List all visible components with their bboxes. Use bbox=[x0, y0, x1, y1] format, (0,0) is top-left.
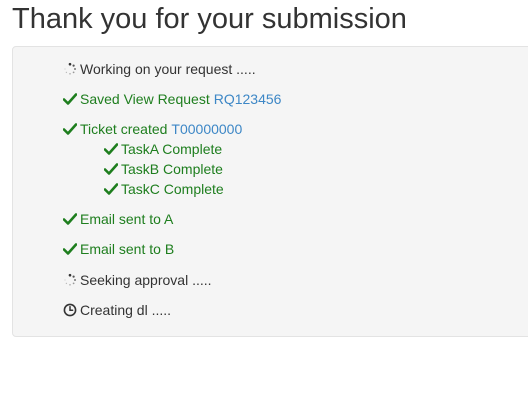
spinner-icon bbox=[62, 61, 77, 77]
status-view-request: Saved View Request RQ123456 bbox=[62, 90, 281, 108]
status-working-text: Working on your request ..... bbox=[80, 61, 256, 77]
page-title: Thank you for your submission bbox=[12, 3, 407, 35]
status-email-b-text: Email sent to B bbox=[80, 241, 175, 257]
status-working: Working on your request ..... bbox=[62, 60, 256, 78]
check-icon bbox=[62, 241, 77, 257]
clock-icon bbox=[62, 302, 77, 318]
task-text: TaskA Complete bbox=[121, 141, 223, 157]
ticket-link[interactable]: T00000000 bbox=[171, 121, 242, 137]
status-ticket-text: Ticket created bbox=[80, 121, 168, 137]
status-creating-text: Creating dl ..... bbox=[80, 302, 172, 318]
task-text: TaskB Complete bbox=[121, 161, 223, 177]
spinner-icon bbox=[62, 272, 77, 288]
status-panel: Working on your request ..... Saved View… bbox=[12, 46, 528, 337]
status-approval: Seeking approval ..... bbox=[62, 271, 212, 289]
task-item: TaskB Complete bbox=[103, 160, 223, 178]
check-icon bbox=[103, 161, 118, 177]
check-icon bbox=[62, 91, 77, 107]
status-creating: Creating dl ..... bbox=[62, 301, 171, 319]
task-item: TaskA Complete bbox=[103, 140, 222, 158]
status-view-request-text: Saved View Request bbox=[80, 91, 210, 107]
status-email-a-text: Email sent to A bbox=[80, 211, 174, 227]
status-email-b: Email sent to B bbox=[62, 240, 174, 258]
check-icon bbox=[62, 121, 77, 137]
check-icon bbox=[62, 211, 77, 227]
status-approval-text: Seeking approval ..... bbox=[80, 272, 212, 288]
status-email-a: Email sent to A bbox=[62, 210, 173, 228]
check-icon bbox=[103, 141, 118, 157]
status-ticket: Ticket created T00000000 bbox=[62, 120, 242, 138]
view-request-link[interactable]: RQ123456 bbox=[214, 91, 282, 107]
check-icon bbox=[103, 181, 118, 197]
task-text: TaskC Complete bbox=[121, 181, 224, 197]
task-item: TaskC Complete bbox=[103, 180, 224, 198]
